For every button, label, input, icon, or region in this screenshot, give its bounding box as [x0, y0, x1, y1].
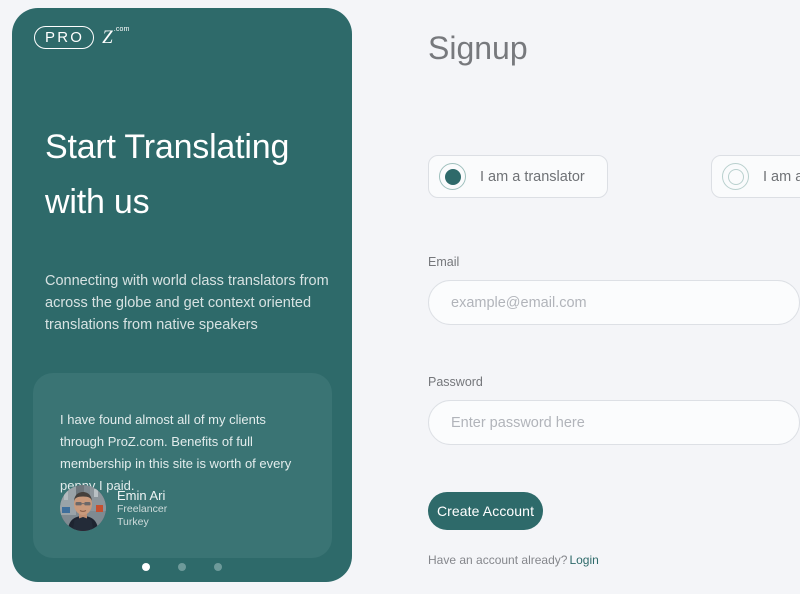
carousel-dots — [12, 563, 352, 571]
login-link[interactable]: Login — [569, 553, 598, 567]
carousel-dot-1[interactable] — [142, 563, 150, 571]
role-option-client[interactable]: I am a client — [711, 155, 800, 198]
radio-client-icon[interactable] — [722, 163, 749, 190]
proz-logo[interactable]: PRO Z .com — [34, 24, 130, 50]
login-prompt-row: Have an account already? Login — [428, 553, 599, 567]
logo-pro-text: PRO — [45, 28, 85, 46]
logo-z-text: Z — [102, 26, 113, 48]
password-field-group: Password — [428, 375, 800, 445]
author-role: Freelancer — [117, 502, 168, 515]
carousel-dot-2[interactable] — [178, 563, 186, 571]
password-label: Password — [428, 375, 483, 389]
avatar-photo — [60, 485, 106, 531]
email-label: Email — [428, 255, 460, 269]
role-option-client-label: I am a client — [763, 168, 800, 185]
logo-pro-badge: PRO — [34, 25, 95, 49]
carousel-dot-3[interactable] — [214, 563, 222, 571]
email-input[interactable] — [428, 280, 800, 325]
author-country: Turkey — [117, 515, 149, 528]
logo-dotcom-text: .com — [113, 26, 130, 33]
promo-heading: Start Translating with us — [45, 128, 290, 222]
author-name: Emin Ari — [117, 487, 166, 503]
email-field-group: Email — [428, 255, 800, 325]
avatar — [60, 485, 106, 531]
testimonial-card: I have found almost all of my clients th… — [33, 373, 332, 558]
signup-form-panel: Signup I am a translator I am a client E… — [428, 0, 800, 594]
promo-subheading: Connecting with world class translators … — [45, 273, 329, 333]
page-title: Signup — [428, 30, 528, 66]
role-option-translator[interactable]: I am a translator — [428, 155, 608, 198]
role-option-group: I am a translator I am a client — [428, 155, 800, 198]
author-meta: Emin Ari Freelancer Turkey — [117, 488, 167, 529]
testimonial-quote: I have found almost all of my clients th… — [60, 412, 292, 493]
radio-translator-icon[interactable] — [439, 163, 466, 190]
role-option-translator-label: I am a translator — [480, 168, 585, 185]
promo-panel: PRO Z .com Start Translating with us Con… — [12, 8, 352, 582]
signup-page: PRO Z .com Start Translating with us Con… — [0, 0, 800, 594]
login-prompt-text: Have an account already? — [428, 553, 568, 567]
testimonial-author: Emin Ari Freelancer Turkey — [60, 485, 167, 531]
create-account-button[interactable]: Create Account — [428, 492, 543, 530]
password-input[interactable] — [428, 400, 800, 445]
